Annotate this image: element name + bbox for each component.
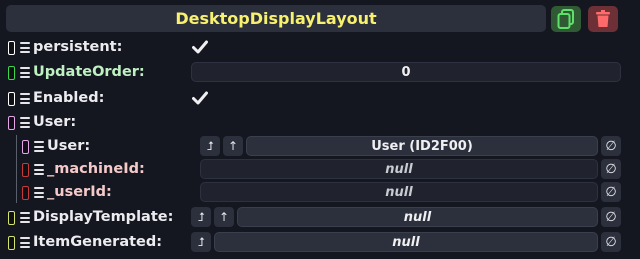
row-user-group: User: (0, 111, 640, 133)
row-enabled: Enabled: (0, 87, 640, 109)
field-label: Enabled: (33, 90, 105, 106)
row-display-template: DisplayTemplate: ⮥ ↑ null ∅ (0, 206, 640, 228)
drag-handle-icon[interactable] (34, 187, 44, 198)
field-label: persistent: (33, 39, 123, 55)
user-reference-field[interactable]: User (ID2F00) (246, 136, 598, 156)
set-null-button[interactable]: ∅ (601, 232, 621, 252)
duplicate-component-button[interactable] (551, 6, 581, 32)
drag-handle-icon[interactable] (20, 93, 30, 104)
drag-handle-icon[interactable] (20, 237, 30, 248)
set-null-button[interactable]: ∅ (601, 182, 621, 202)
jump-to-reference-button[interactable]: ⮥ (191, 207, 211, 227)
go-to-parent-button[interactable]: ↑ (214, 207, 234, 227)
row-persistent: persistent: (0, 36, 640, 58)
type-tag-string (22, 163, 29, 177)
field-label: UpdateOrder: (33, 64, 145, 80)
field-label: User: (47, 138, 91, 154)
type-tag-bool (8, 92, 15, 106)
drag-handle-icon[interactable] (34, 141, 44, 152)
user-id-input[interactable]: null (200, 182, 598, 202)
field-label: User: (33, 114, 77, 130)
type-tag-ref (22, 140, 29, 154)
duplicate-icon (557, 9, 574, 29)
row-user-id: _userId: null ∅ (0, 181, 640, 203)
set-null-button[interactable]: ∅ (601, 136, 621, 156)
type-tag-struct (8, 116, 15, 130)
row-item-generated: ItemGenerated: ⮥ null ∅ (0, 231, 640, 253)
go-to-parent-button[interactable]: ↑ (223, 136, 243, 156)
drag-handle-icon[interactable] (20, 117, 30, 128)
drag-handle-icon[interactable] (20, 42, 30, 53)
component-title: DesktopDisplayLayout (6, 5, 546, 32)
display-template-field[interactable]: null (237, 207, 598, 227)
type-tag-int (8, 66, 15, 80)
remove-component-button[interactable] (588, 6, 618, 32)
type-tag-ref (8, 211, 15, 225)
row-user: User: ⮥ ↑ User (ID2F00) ∅ (0, 135, 640, 157)
item-generated-field[interactable]: null (214, 232, 598, 252)
row-update-order: UpdateOrder: 0 (0, 61, 640, 83)
jump-to-reference-button[interactable]: ⮥ (191, 232, 211, 252)
type-tag-string (22, 186, 29, 200)
drag-handle-icon[interactable] (20, 212, 30, 223)
type-tag-bool (8, 41, 15, 55)
update-order-input[interactable]: 0 (191, 62, 621, 82)
set-null-button[interactable]: ∅ (601, 159, 621, 179)
field-label: ItemGenerated: (33, 234, 163, 250)
drag-handle-icon[interactable] (34, 164, 44, 175)
jump-to-reference-button[interactable]: ⮥ (200, 136, 220, 156)
checkmark-icon[interactable] (192, 91, 208, 105)
row-machine-id: _machineId: null ∅ (0, 158, 640, 180)
type-tag-delegate (8, 236, 15, 250)
set-null-button[interactable]: ∅ (601, 207, 621, 227)
trash-icon (596, 10, 610, 27)
field-label: _machineId: (47, 161, 145, 177)
drag-handle-icon[interactable] (20, 67, 30, 78)
field-label: DisplayTemplate: (33, 209, 174, 225)
machine-id-input[interactable]: null (200, 159, 598, 179)
checkmark-icon[interactable] (192, 40, 208, 54)
field-label: _userId: (47, 184, 112, 200)
